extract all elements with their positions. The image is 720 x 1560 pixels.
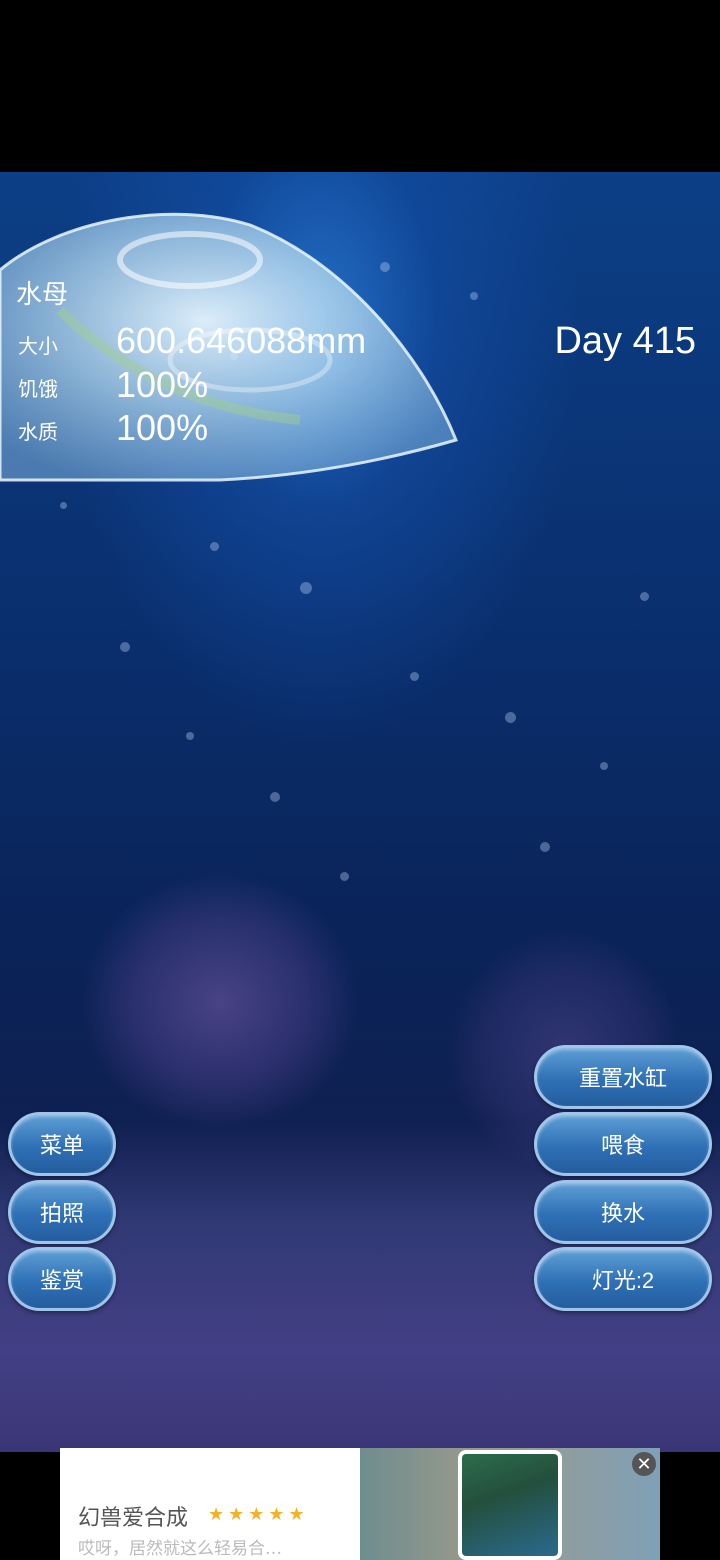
coral-left (80, 872, 360, 1132)
creature-name: 水母 (16, 279, 69, 309)
hunger-label: 饥饿 (18, 379, 58, 401)
bubble (300, 582, 312, 594)
ad-game-screenshot (462, 1454, 558, 1556)
menu-button[interactable]: 菜单 (8, 1112, 116, 1176)
bubble (505, 712, 516, 723)
bubble (410, 672, 419, 681)
bubble (210, 542, 219, 551)
water-quality-label: 水质 (18, 422, 58, 444)
top-bar-area (0, 0, 720, 172)
star-icon: ★★★★★ (208, 1504, 309, 1524)
ad-banner[interactable]: 幻兽爱合成 ★★★★★ 哎呀，居然就这么轻易合… ✕ (60, 1448, 660, 1560)
size-value: 600.646088mm (116, 320, 367, 361)
close-icon[interactable]: ✕ (632, 1452, 656, 1476)
photo-button[interactable]: 拍照 (8, 1180, 116, 1244)
bubble (640, 592, 649, 601)
ad-title: 幻兽爱合成 (78, 1506, 189, 1531)
bubble (600, 762, 608, 770)
gallery-button[interactable]: 鉴赏 (8, 1247, 116, 1311)
ad-description: 哎呀，居然就这么轻易合… (78, 1539, 282, 1559)
reset-tank-button[interactable]: 重置水缸 (534, 1045, 712, 1109)
bubble (540, 842, 550, 852)
light-button[interactable]: 灯光:2 (534, 1247, 712, 1311)
bubble (120, 642, 130, 652)
bubble (60, 502, 67, 509)
feed-button[interactable]: 喂食 (534, 1112, 712, 1176)
change-water-button[interactable]: 换水 (534, 1180, 712, 1244)
size-label: 大小 (18, 336, 58, 358)
bubble (470, 292, 478, 300)
ad-phone-image (458, 1450, 562, 1560)
hunger-value: 100% (116, 364, 209, 405)
bubble (186, 732, 194, 740)
day-counter: Day 415 (554, 320, 696, 362)
bubble (270, 792, 280, 802)
bubble (340, 872, 349, 881)
water-quality-value: 100% (116, 407, 209, 448)
